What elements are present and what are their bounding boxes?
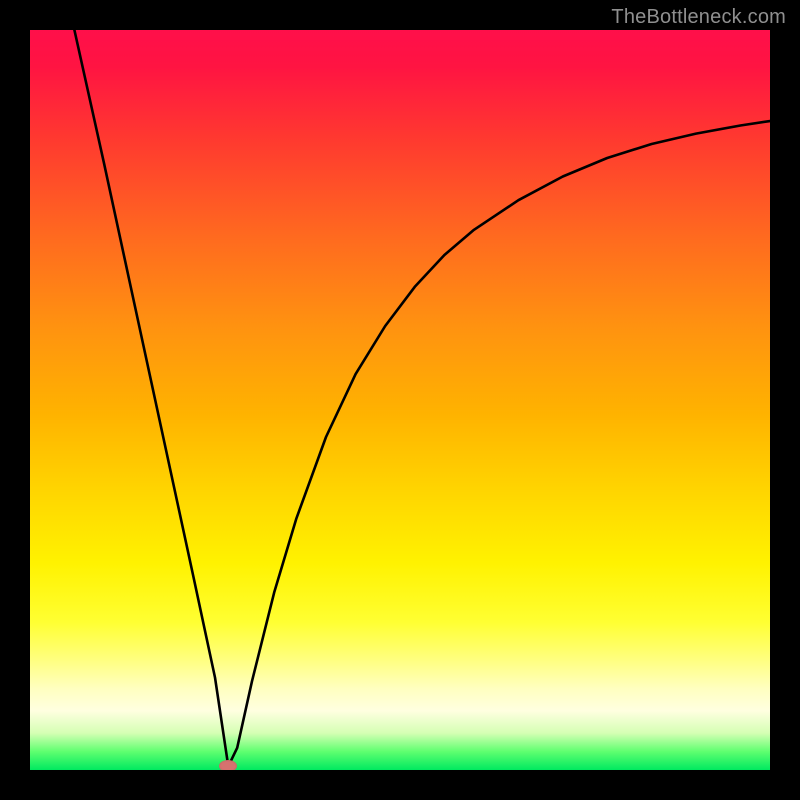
plot-area: [30, 30, 770, 770]
watermark-text: TheBottleneck.com: [611, 6, 786, 29]
minimum-marker: [219, 760, 237, 770]
chart-stage: TheBottleneck.com: [0, 0, 800, 800]
bottleneck-curve: [30, 30, 770, 770]
